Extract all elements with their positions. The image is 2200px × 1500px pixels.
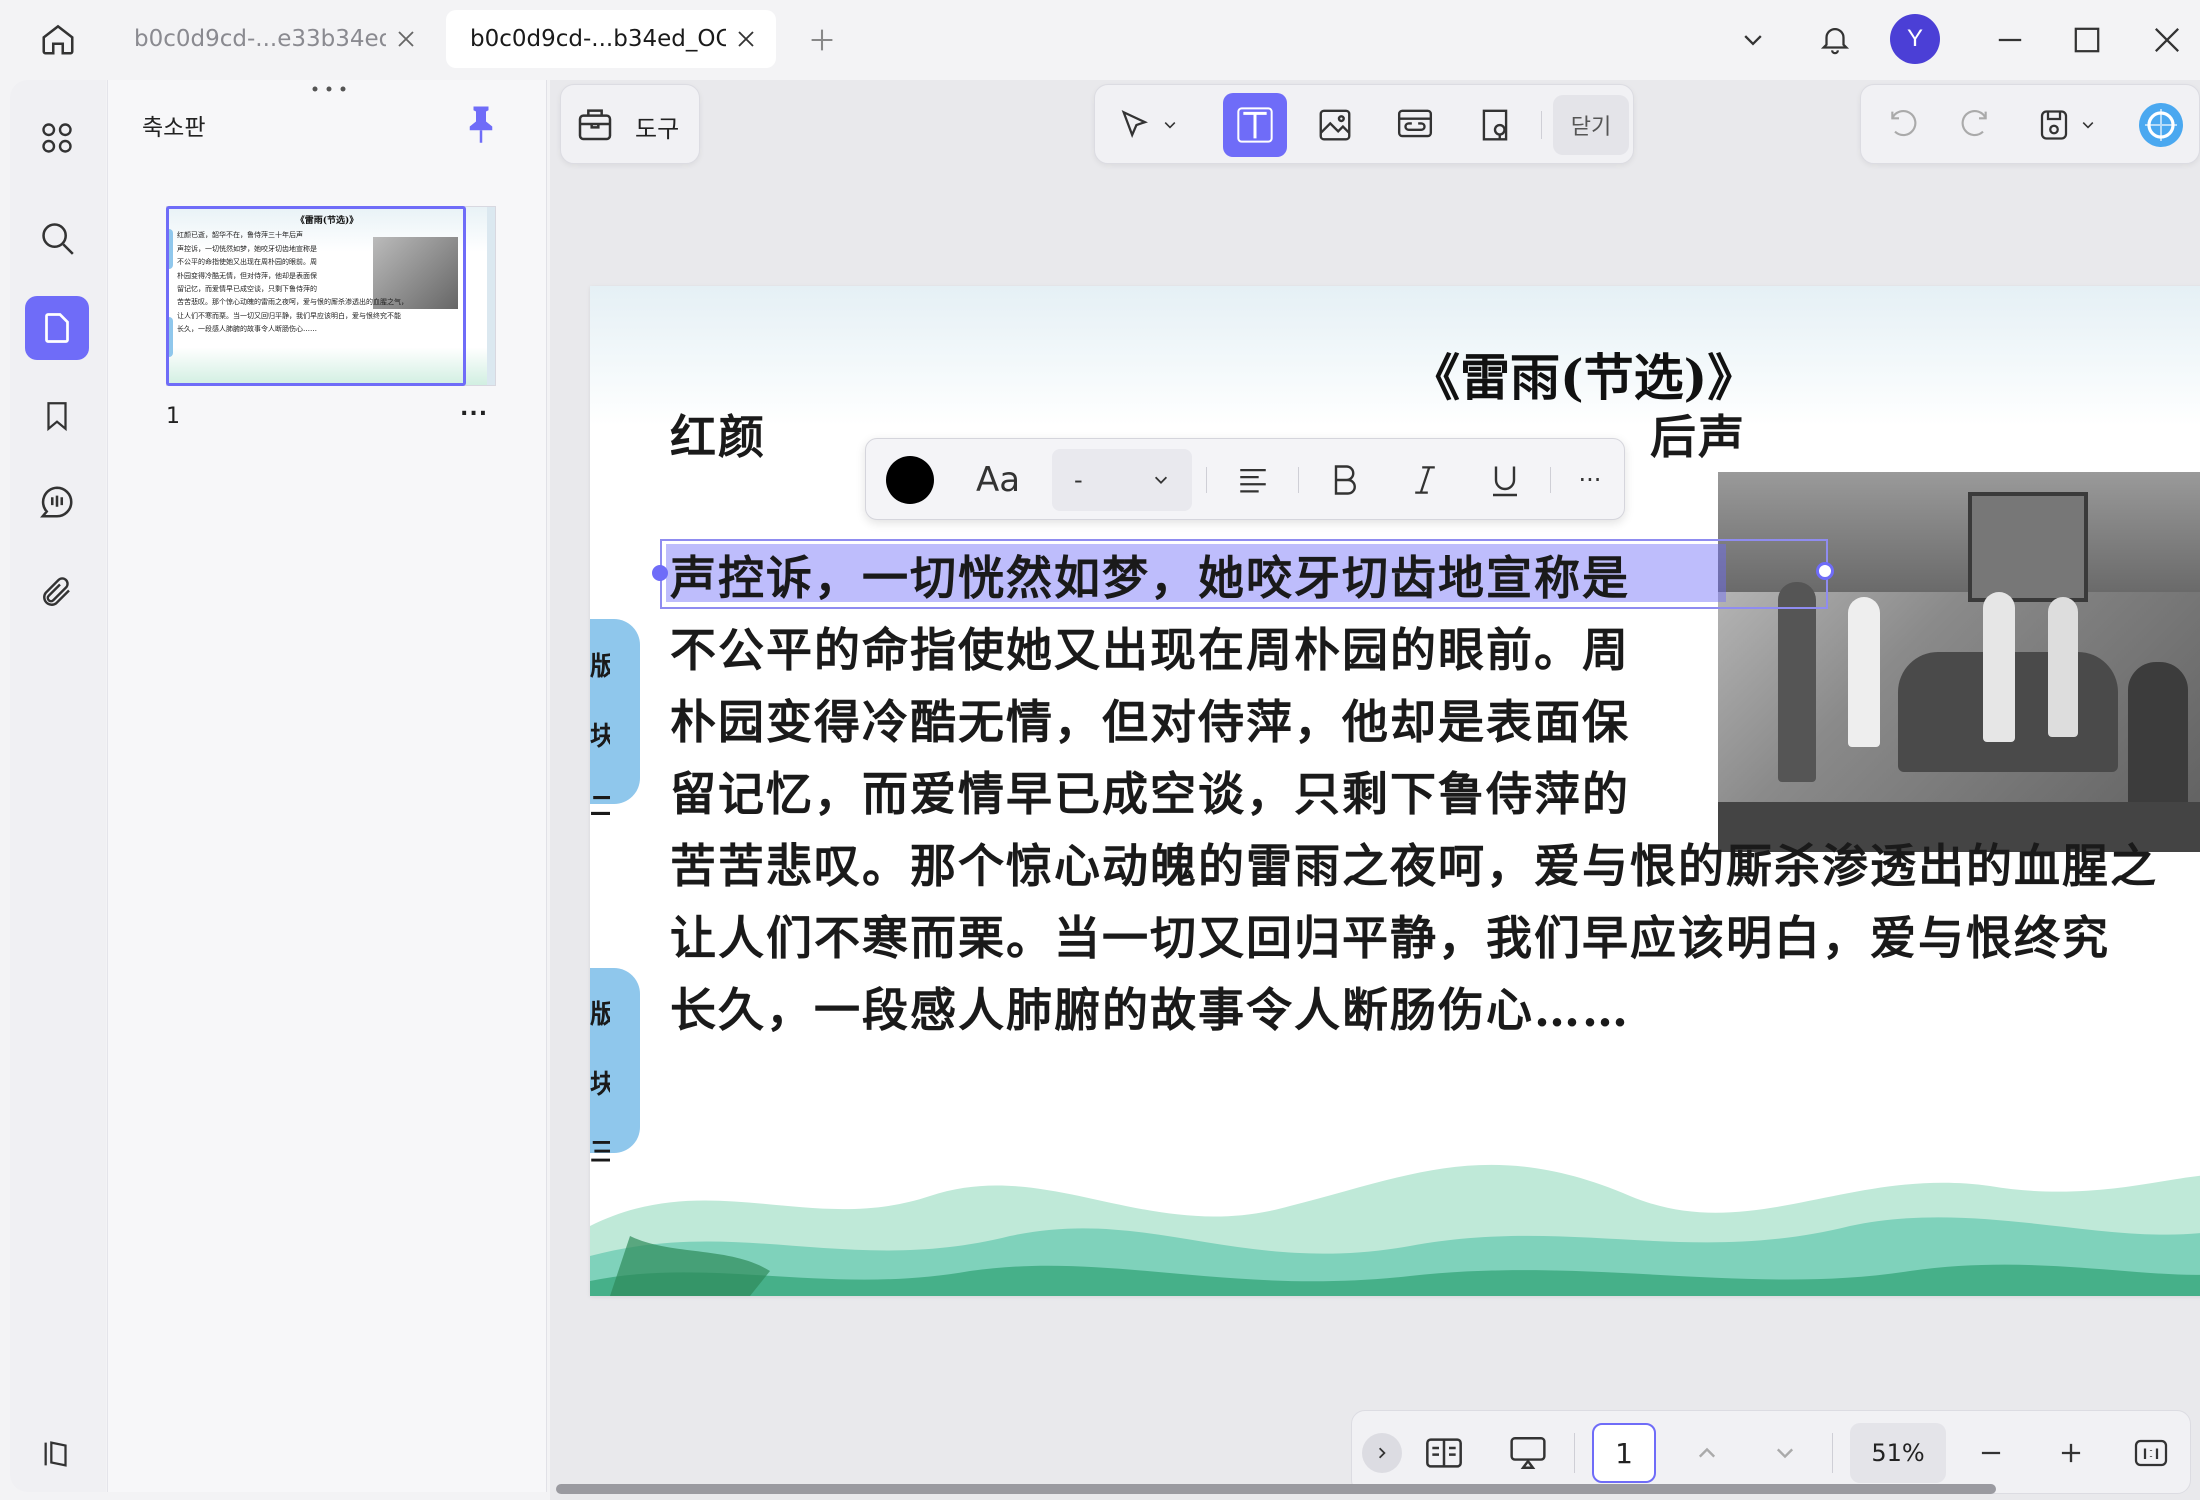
avatar-letter: Y xyxy=(1890,14,1940,64)
zoom-level[interactable]: 51% xyxy=(1850,1423,1946,1483)
home-icon[interactable] xyxy=(28,14,88,64)
user-avatar[interactable]: Y xyxy=(1890,14,1940,64)
document-canvas[interactable]: 도구 닫기 《雷雨(节选)》 红颜 后声 声控诉，一切恍然如梦，她咬牙切齿地宣称… xyxy=(550,80,2200,1500)
bar-divider xyxy=(1574,1433,1575,1473)
page-layout-icon[interactable] xyxy=(1416,1427,1472,1479)
selection-start-handle[interactable] xyxy=(652,565,668,581)
side-tab-char: 三 xyxy=(590,1138,610,1168)
right-toolbar xyxy=(1860,84,2200,164)
image-tool-button[interactable] xyxy=(1303,93,1367,157)
presentation-icon[interactable] xyxy=(1498,1427,1558,1479)
tools-button[interactable]: 도구 xyxy=(560,84,700,164)
side-tab-char: 块 xyxy=(590,722,610,752)
tab-label: b0c0d9cd-...e33b34ed* xyxy=(134,26,386,52)
save-button[interactable] xyxy=(2021,93,2111,157)
zoom-out-icon[interactable] xyxy=(1966,1429,2016,1477)
title-bar: b0c0d9cd-...e33b34ed* b0c0d9cd-...b34ed_… xyxy=(0,0,2200,78)
zoom-in-icon[interactable] xyxy=(2046,1429,2096,1477)
close-tab-icon[interactable] xyxy=(726,19,766,59)
collapse-bar-icon[interactable] xyxy=(1362,1433,1402,1473)
page-navigation-bar: 1 51% xyxy=(1351,1410,2191,1494)
align-button[interactable] xyxy=(1218,439,1288,521)
thumbnails-icon[interactable] xyxy=(25,296,89,360)
thumbnail-more-button[interactable]: ... xyxy=(460,396,488,421)
toolbar-divider xyxy=(1541,111,1542,139)
stage-photo xyxy=(1718,472,2200,852)
tab-document[interactable]: b0c0d9cd-...e33b34ed* xyxy=(110,10,436,68)
chevron-down-icon xyxy=(1154,476,1168,484)
actual-size-icon[interactable] xyxy=(2126,1429,2176,1477)
more-format-button[interactable]: ··· xyxy=(1562,439,1618,521)
stamp-tool-button[interactable] xyxy=(1463,93,1527,157)
document-line[interactable]: 红颜 xyxy=(670,401,766,467)
side-tab-char: 版 xyxy=(590,652,610,682)
drag-handle-icon[interactable] xyxy=(310,84,348,94)
page-number-input[interactable]: 1 xyxy=(1592,1423,1656,1483)
thumbnail-page-number: 1 xyxy=(166,404,180,429)
document-line[interactable]: 留记忆，而爱情早已成空谈，只剩下鲁侍萍的 xyxy=(670,758,1630,824)
text-tool-button[interactable] xyxy=(1223,93,1287,157)
previous-page-icon[interactable] xyxy=(1682,1429,1732,1477)
panel-title: 축소판 xyxy=(142,115,206,141)
bookmark-icon[interactable] xyxy=(25,384,89,448)
next-page-icon[interactable] xyxy=(1760,1429,1810,1477)
side-tab-char: 版 xyxy=(590,1000,610,1030)
side-tab-char: 块 xyxy=(590,1070,610,1100)
font-size-select[interactable]: - xyxy=(1052,439,1192,521)
left-rail xyxy=(10,80,106,1492)
document-line-tail[interactable]: 后声 xyxy=(1650,401,1746,467)
side-tab-char: 二 xyxy=(590,792,610,822)
bold-button[interactable] xyxy=(1310,439,1380,521)
document-line[interactable]: 不公平的命指使她又出现在周朴园的眼前。周 xyxy=(670,614,1630,680)
document-line[interactable]: 朴园变得冷酷无情，但对侍萍，他却是表面保 xyxy=(670,686,1630,752)
underline-button[interactable] xyxy=(1470,439,1540,521)
format-divider xyxy=(1298,467,1299,493)
edit-toolbar: 닫기 xyxy=(1094,84,1634,164)
maximize-icon[interactable] xyxy=(2062,18,2112,62)
document-title[interactable]: 《雷雨(节选)》 xyxy=(1410,338,1757,410)
format-divider xyxy=(1550,467,1551,493)
close-tab-icon[interactable] xyxy=(386,19,426,59)
close-edit-button[interactable]: 닫기 xyxy=(1553,95,1629,155)
link-tool-button[interactable] xyxy=(1383,93,1447,157)
sidebar-toggle-icon[interactable] xyxy=(25,1422,89,1486)
landscape-decoration xyxy=(590,1164,2200,1296)
tab-label: b0c0d9cd-...b34ed_OCR xyxy=(470,26,726,52)
comment-icon[interactable] xyxy=(25,470,89,534)
page-top-decoration xyxy=(590,286,2200,426)
minimize-icon[interactable] xyxy=(1985,18,2035,62)
text-format-toolbar: Aa - ··· xyxy=(865,438,1625,520)
select-tool-button[interactable] xyxy=(1103,93,1193,157)
tab-document-ocr[interactable]: b0c0d9cd-...b34ed_OCR xyxy=(446,10,776,68)
selection-end-handle[interactable] xyxy=(1816,562,1834,580)
thumbnail-selection-frame xyxy=(166,206,466,386)
pin-icon[interactable] xyxy=(466,104,496,144)
color-swatch xyxy=(886,456,934,504)
font-size-value: - xyxy=(1074,466,1083,494)
document-line[interactable]: 长久，一段感人肺腑的故事令人断肠伤心…… xyxy=(670,974,1630,1040)
document-line[interactable]: 让人们不寒而栗。当一切又回归平静，我们早应该明白，爱与恨终究 xyxy=(670,902,2110,968)
redo-icon[interactable] xyxy=(1943,93,2007,157)
grid-view-icon[interactable] xyxy=(25,106,89,170)
text-color-button[interactable] xyxy=(878,439,942,521)
horizontal-scrollbar[interactable] xyxy=(556,1484,1996,1494)
close-window-icon[interactable] xyxy=(2142,18,2192,62)
text-selection-box[interactable] xyxy=(660,539,1828,609)
bell-icon[interactable] xyxy=(1812,14,1858,64)
tools-label: 도구 xyxy=(635,115,680,143)
undo-icon[interactable] xyxy=(1871,93,1935,157)
document-line[interactable]: 苦苦悲叹。那个惊心动魄的雷雨之夜呵，爱与恨的厮杀渗透出的血腥之 xyxy=(670,830,2158,896)
thumbnail-panel: 축소판 《雷雨(节选)》 红颜已逝，韶华不在，鲁侍萍三十年后声 声控诉，一切恍然… xyxy=(107,80,547,1492)
search-icon[interactable] xyxy=(25,206,89,270)
italic-button[interactable] xyxy=(1390,439,1460,521)
paperclip-icon[interactable] xyxy=(25,560,89,624)
format-divider xyxy=(1206,467,1207,493)
bar-divider xyxy=(1832,1433,1833,1473)
toolbox-icon xyxy=(575,103,615,145)
font-button[interactable]: Aa xyxy=(956,439,1040,521)
new-tab-icon[interactable] xyxy=(800,18,844,62)
ai-assistant-icon[interactable] xyxy=(2129,93,2193,157)
chevron-down-icon[interactable] xyxy=(1730,18,1776,62)
